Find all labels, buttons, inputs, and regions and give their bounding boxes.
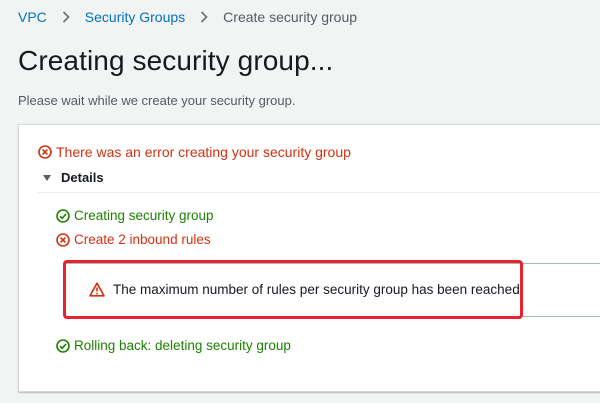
success-circle-icon	[56, 208, 70, 223]
divider	[38, 192, 600, 193]
error-circle-icon	[38, 145, 52, 159]
details-toggle[interactable]: Details	[42, 170, 104, 185]
page: VPC Security Groups Create security grou…	[0, 0, 600, 403]
status-panel: There was an error creating your securit…	[18, 124, 600, 392]
page-title: Creating security group...	[18, 45, 334, 76]
details-label: Details	[61, 170, 104, 185]
alert-content: The maximum number of rules per security…	[89, 282, 523, 297]
chevron-right-icon	[57, 10, 75, 24]
breadcrumb-current: Create security group	[223, 9, 358, 25]
error-message: There was an error creating your securit…	[38, 144, 351, 160]
error-circle-icon	[56, 232, 70, 247]
step-label: Creating security group	[74, 208, 214, 223]
breadcrumb: VPC Security Groups Create security grou…	[18, 8, 357, 26]
breadcrumb-vpc[interactable]: VPC	[18, 9, 47, 25]
warning-triangle-icon	[89, 282, 105, 297]
caret-down-icon	[42, 173, 52, 183]
warning-alert: The maximum number of rules per security…	[65, 263, 600, 317]
step-label: Rolling back: deleting security group	[74, 338, 291, 353]
alert-message: The maximum number of rules per security…	[113, 282, 524, 297]
error-message-text: There was an error creating your securit…	[56, 144, 351, 160]
step-label: Create 2 inbound rules	[74, 232, 211, 247]
breadcrumb-security-groups[interactable]: Security Groups	[85, 9, 185, 25]
step-rolling-back: Rolling back: deleting security group	[56, 338, 291, 353]
success-circle-icon	[56, 338, 70, 353]
page-subtitle: Please wait while we create your securit…	[18, 93, 296, 108]
chevron-right-icon	[195, 10, 213, 24]
step-creating-security-group: Creating security group	[56, 208, 214, 223]
step-create-inbound-rules: Create 2 inbound rules	[56, 232, 211, 247]
